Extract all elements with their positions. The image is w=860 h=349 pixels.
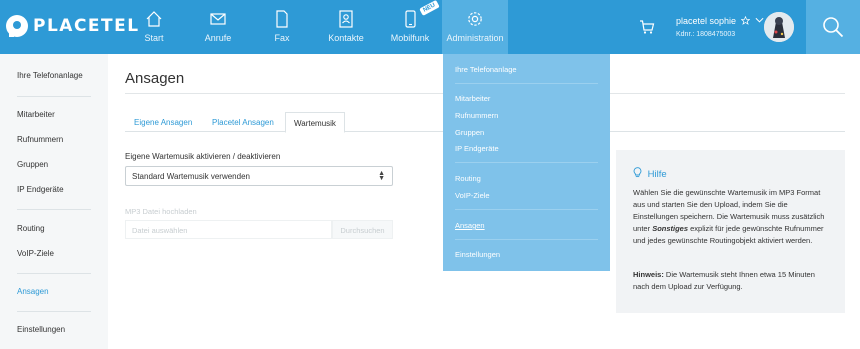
divider [455, 209, 598, 210]
help-text-emphasis: Sonstiges [652, 224, 689, 233]
dropdown-item-ansagen[interactable]: Ansagen [455, 221, 485, 230]
help-title-text: Hilfe [647, 169, 667, 180]
dropdown-item-ip-endgeraete[interactable]: IP Endgeräte [455, 144, 499, 153]
nav-anrufe[interactable]: Anrufe [186, 0, 250, 54]
avatar-image [764, 12, 794, 42]
fax-icon [276, 10, 288, 28]
sidebar-item-voip-ziele[interactable]: VoIP-Ziele [17, 249, 54, 258]
sidebar: Ihre Telefonanlage Mitarbeiter Rufnummer… [0, 54, 108, 349]
sidebar-item-mitarbeiter[interactable]: Mitarbeiter [17, 110, 55, 119]
user-name: placetel sophie [676, 16, 737, 26]
help-title: Hilfe [633, 167, 667, 180]
sidebar-item-rufnummern[interactable]: Rufnummern [17, 135, 63, 144]
gear-icon [468, 12, 482, 26]
nav-fax-label: Fax [274, 33, 290, 43]
help-hint: Hinweis: Die Wartemusik steht Ihnen etwa… [633, 269, 833, 293]
tab-eigene-ansagen[interactable]: Eigene Ansagen [134, 112, 192, 133]
top-navigation-bar: PLACETEL Start Anrufe Fax Kontakte Mobil… [0, 0, 860, 54]
file-input[interactable]: Datei auswählen [125, 220, 332, 239]
star-icon[interactable] [740, 15, 751, 25]
dropdown-item-routing[interactable]: Routing [455, 174, 481, 183]
search-icon [823, 17, 844, 38]
divider [17, 311, 91, 312]
main-nav: Start Anrufe Fax Kontakte Mobilfunk Admi… [122, 0, 508, 54]
placetel-logo[interactable]: PLACETEL [6, 14, 140, 38]
sidebar-item-ansagen[interactable]: Ansagen [17, 287, 49, 296]
lightbulb-icon [633, 167, 642, 178]
dropdown-item-einstellungen[interactable]: Einstellungen [455, 250, 500, 259]
logo-icon [6, 15, 28, 37]
customer-number: Kdnr.: 1808475003 [676, 31, 736, 38]
divider [455, 83, 598, 84]
nav-start-label: Start [144, 33, 164, 43]
dropdown-item-mitarbeiter[interactable]: Mitarbeiter [455, 94, 490, 103]
help-hint-label: Hinweis: [633, 270, 664, 279]
sidebar-item-telefonanlage[interactable]: Ihre Telefonanlage [17, 71, 83, 80]
nav-mobilfunk-label: Mobilfunk [390, 33, 430, 43]
contacts-icon [339, 10, 353, 28]
cart-icon[interactable] [639, 19, 655, 35]
page-title: Ansagen [125, 70, 185, 87]
sidebar-item-routing[interactable]: Routing [17, 224, 45, 233]
tab-placetel-ansagen[interactable]: Placetel Ansagen [212, 112, 274, 133]
mobile-icon [405, 10, 416, 28]
divider [17, 209, 91, 210]
administration-dropdown: Ihre Telefonanlage Mitarbeiter Rufnummer… [443, 54, 610, 271]
divider [17, 96, 91, 97]
nav-administration[interactable]: Administration [442, 0, 508, 54]
dropdown-item-rufnummern[interactable]: Rufnummern [455, 111, 498, 120]
divider [17, 273, 91, 274]
divider [455, 239, 598, 240]
dropdown-item-telefonanlage[interactable]: Ihre Telefonanlage [455, 65, 517, 74]
wartemusik-select-value: Standard Wartemusik verwenden [132, 172, 250, 181]
select-arrows-icon: ▲ ▼ [378, 170, 385, 182]
nav-fax[interactable]: Fax [250, 0, 314, 54]
nav-anrufe-label: Anrufe [204, 33, 232, 43]
nav-kontakte[interactable]: Kontakte [314, 0, 378, 54]
sidebar-item-einstellungen[interactable]: Einstellungen [17, 325, 65, 334]
dropdown-item-gruppen[interactable]: Gruppen [455, 128, 484, 137]
search-button[interactable] [806, 0, 860, 54]
dropdown-item-voip-ziele[interactable]: VoIP-Ziele [455, 191, 490, 200]
sidebar-item-ip-endgeraete[interactable]: IP Endgeräte [17, 185, 64, 194]
mail-icon [210, 13, 226, 25]
nav-kontakte-label: Kontakte [328, 33, 364, 43]
wartemusik-toggle-label: Eigene Wartemusik aktivieren / deaktivie… [125, 152, 281, 161]
sidebar-item-gruppen[interactable]: Gruppen [17, 160, 48, 169]
nav-start[interactable]: Start [122, 0, 186, 54]
nav-administration-label: Administration [446, 33, 504, 43]
help-text: Wählen Sie die gewünschte Wartemusik im … [633, 187, 833, 247]
wartemusik-select[interactable]: Standard Wartemusik verwenden ▲ ▼ [125, 166, 393, 186]
chevron-down-icon[interactable] [755, 17, 764, 24]
help-panel: Hilfe Wählen Sie die gewünschte Wartemus… [616, 150, 845, 313]
home-icon [146, 11, 162, 27]
browse-button[interactable]: Durchsuchen [332, 220, 393, 239]
tab-wartemusik[interactable]: Wartemusik [285, 112, 345, 133]
upload-label: MP3 Datei hochladen [125, 207, 197, 216]
user-menu[interactable]: placetel sophie Kdnr.: 1808475003 [676, 15, 764, 41]
avatar[interactable] [764, 12, 794, 42]
divider [455, 162, 598, 163]
